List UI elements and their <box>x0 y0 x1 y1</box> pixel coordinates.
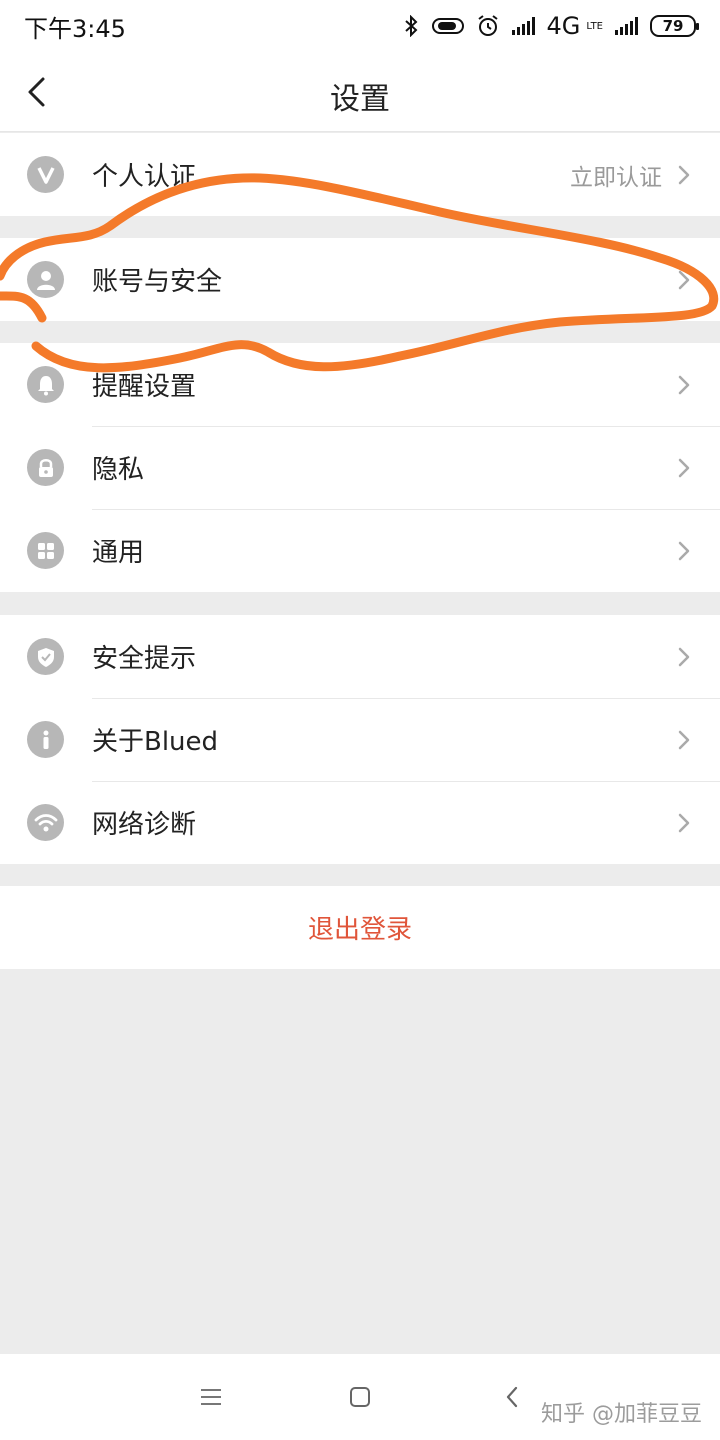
bluetooth-icon <box>404 15 417 37</box>
logout-button[interactable]: 退出登录 <box>0 886 720 969</box>
watermark: 知乎 @加菲豆豆 <box>541 1402 702 1427</box>
settings-group-account: 账号与安全 <box>0 238 720 321</box>
chevron-right-icon <box>674 165 694 185</box>
shield-icon <box>27 638 64 675</box>
chevron-right-icon <box>674 458 694 478</box>
settings-item-value: 立即认证 <box>570 164 662 191</box>
status-icons: 4G LTE 79 <box>402 12 699 40</box>
bell-icon <box>27 366 64 403</box>
settings-group-about: 安全提示 关于Blued 网络诊断 <box>0 615 720 864</box>
page-title: 设置 <box>330 82 390 117</box>
status-bar: 下午3:45 4G LTE 79 <box>0 0 720 52</box>
menu-icon <box>201 1389 221 1405</box>
battery-level: 79 <box>662 17 684 35</box>
signal-icon <box>511 17 535 35</box>
network-type: 4G <box>546 12 581 40</box>
settings-item-general[interactable]: 通用 <box>0 509 720 592</box>
settings-item-account-security[interactable]: 账号与安全 <box>0 238 720 321</box>
settings-item-label: 账号与安全 <box>92 267 223 297</box>
settings-item-about[interactable]: 关于Blued <box>0 698 720 781</box>
header: 设置 <box>0 52 720 132</box>
square-home-icon <box>350 1387 370 1407</box>
settings-item-label: 安全提示 <box>92 644 197 674</box>
settings-item-label: 网络诊断 <box>92 810 197 840</box>
alarm-icon <box>477 15 498 36</box>
settings-item-safety-tips[interactable]: 安全提示 <box>0 615 720 698</box>
chevron-right-icon <box>674 270 694 290</box>
menu-button[interactable] <box>194 1380 228 1414</box>
system-nav-bar: 知乎 @加菲豆豆 <box>0 1354 720 1440</box>
settings-item-label: 个人认证 <box>92 162 197 192</box>
wifi-icon <box>27 804 64 841</box>
chevron-right-icon <box>674 813 694 833</box>
settings-item-label: 通用 <box>92 538 145 568</box>
home-button[interactable] <box>343 1380 377 1414</box>
verified-v-icon <box>27 156 64 193</box>
settings-item-notifications[interactable]: 提醒设置 <box>0 343 720 426</box>
chevron-right-icon <box>674 375 694 395</box>
chevron-right-icon <box>674 730 694 750</box>
settings-item-label: 隐私 <box>92 455 145 485</box>
settings-group-verification: 个人认证 立即认证 <box>0 133 720 216</box>
battery-icon: 79 <box>650 15 699 37</box>
settings-item-verification[interactable]: 个人认证 立即认证 <box>0 133 720 216</box>
chevron-right-icon <box>674 541 694 561</box>
nav-back-button[interactable] <box>495 1380 529 1414</box>
settings-item-network-diagnosis[interactable]: 网络诊断 <box>0 781 720 864</box>
network-subtype: LTE <box>586 20 603 32</box>
settings-item-label: 关于Blued <box>92 727 219 757</box>
lock-icon <box>27 449 64 486</box>
settings-group-general: 提醒设置 隐私 通用 <box>0 343 720 592</box>
vibrate-pill-icon <box>431 18 464 34</box>
chevron-left-icon <box>506 1386 518 1408</box>
chevron-right-icon <box>674 647 694 667</box>
settings-item-label: 提醒设置 <box>92 372 197 402</box>
status-time: 下午3:45 <box>24 14 126 43</box>
grid-icon <box>27 532 64 569</box>
user-icon <box>27 261 64 298</box>
info-icon <box>27 721 64 758</box>
signal-icon-2 <box>615 17 638 35</box>
settings-item-privacy[interactable]: 隐私 <box>0 426 720 509</box>
